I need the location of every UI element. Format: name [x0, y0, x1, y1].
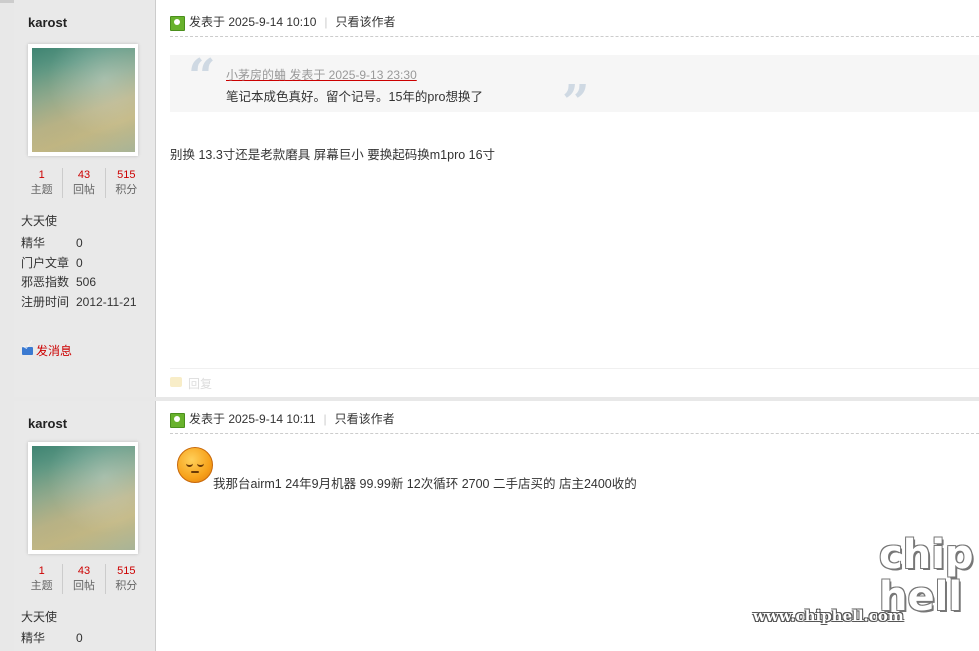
user-info: 精华 0	[21, 629, 83, 649]
author-name[interactable]: karost	[28, 416, 67, 431]
info-value: 0	[76, 255, 83, 270]
info-key: 邪恶指数	[21, 275, 70, 289]
author-stats: 1 主题 43 回帖 515 积分	[21, 168, 147, 198]
send-message-link[interactable]: 发消息	[22, 342, 72, 359]
stat-threads-label: 主题	[30, 580, 53, 592]
mouth	[191, 471, 199, 473]
stat-points[interactable]: 515 积分	[106, 564, 147, 594]
info-row: 邪恶指数 506	[21, 273, 137, 293]
quote-author-link[interactable]: 小茅房的蛐 发表于 2025-9-13 23:30	[226, 66, 417, 83]
author-stats: 1 主题 43 回帖 515 积分	[21, 564, 147, 594]
watermark-url: www.chiphell.com	[753, 607, 904, 625]
avatar[interactable]	[28, 44, 138, 156]
stat-replies-label: 回帖	[72, 580, 95, 592]
sleepy-emoticon-icon	[177, 447, 213, 483]
stat-replies[interactable]: 43 回帖	[63, 168, 106, 198]
eye	[197, 461, 204, 467]
stat-replies-count: 43	[77, 169, 91, 181]
info-key: 注册时间	[21, 294, 70, 309]
post-body: 我那台airm1 24年9月机器 99.99新 12次循环 2700 二手店买的…	[213, 477, 637, 491]
stat-replies-label: 回帖	[72, 184, 95, 196]
info-value: 506	[76, 275, 97, 289]
avatar-image	[32, 446, 135, 550]
stat-points-count: 515	[117, 565, 136, 577]
stat-points[interactable]: 515 积分	[106, 168, 147, 198]
post-time: 发表于 2025-9-14 10:10	[189, 15, 317, 29]
open-quote-icon: “	[188, 49, 216, 105]
mail-icon	[22, 346, 33, 355]
post-content: 发表于 2025-9-14 10:10 | 只看该作者 “ 小茅房的蛐 发表于 …	[156, 0, 979, 397]
info-row: 注册时间 2012-11-21	[21, 293, 137, 313]
stat-threads[interactable]: 1 主题	[21, 168, 64, 198]
info-value: 2012-11-21	[76, 294, 137, 309]
post: karost 1 主题 43 回帖 515 积分 大天使 精华 0 门户文章 0 邪恶指数…	[14, 0, 979, 397]
user-rank[interactable]: 大天使	[21, 212, 57, 229]
info-value: 0	[76, 236, 83, 250]
info-row: 门户文章 0	[21, 254, 137, 274]
stat-points-label: 积分	[115, 184, 138, 196]
info-key: 精华	[21, 631, 46, 645]
author-name[interactable]: karost	[28, 15, 67, 30]
post-body: 别换 13.3寸还是老款磨具 屏幕巨小 要换起码换m1pro 16寸	[170, 148, 496, 162]
stat-points-label: 积分	[115, 580, 138, 592]
info-key: 门户文章	[21, 255, 70, 270]
eye	[186, 461, 193, 467]
stat-points-count: 515	[117, 169, 136, 181]
info-row: 精华 0	[21, 234, 137, 254]
user-info: 精华 0 门户文章 0 邪恶指数 506 注册时间 2012-11-21	[21, 234, 137, 312]
author-sidebar: karost 1 主题 43 回帖 515 积分 大天使 精华 0	[14, 401, 156, 651]
send-message-label: 发消息	[36, 344, 73, 358]
stat-replies-count: 43	[77, 565, 91, 577]
avatar[interactable]	[28, 442, 138, 554]
only-author-link[interactable]: 只看该作者	[336, 12, 396, 33]
stat-replies[interactable]: 43 回帖	[63, 564, 106, 594]
online-status-icon	[170, 16, 185, 31]
watermark: chip hell www.chiphell.com	[753, 534, 975, 639]
user-rank[interactable]: 大天使	[21, 608, 57, 625]
reply-icon	[170, 377, 182, 387]
stat-threads-count: 1	[38, 565, 45, 577]
quote-text: 笔记本成色真好。留个记号。15年的pro想换了	[226, 90, 483, 104]
post-footer: 回复	[170, 368, 979, 397]
post-header: 发表于 2025-9-14 10:10 | 只看该作者	[170, 12, 979, 37]
stat-threads-count: 1	[38, 169, 45, 181]
info-row: 精华 0	[21, 629, 83, 649]
divider: |	[324, 15, 328, 29]
avatar-image	[32, 48, 135, 152]
stat-threads[interactable]: 1 主题	[21, 564, 64, 594]
stat-threads-label: 主题	[30, 184, 53, 196]
chiphell-logo-icon: chip hell	[879, 532, 974, 620]
reply-button[interactable]: 回复	[188, 375, 212, 392]
author-sidebar: karost 1 主题 43 回帖 515 积分 大天使 精华 0 门户文章 0 邪恶指数…	[14, 0, 156, 397]
close-quote-icon: ”	[562, 75, 590, 131]
info-value: 0	[76, 631, 83, 645]
quote-block: “ 小茅房的蛐 发表于 2025-9-13 23:30 笔记本成色真好。留个记号…	[170, 49, 979, 127]
info-key: 精华	[21, 236, 46, 250]
